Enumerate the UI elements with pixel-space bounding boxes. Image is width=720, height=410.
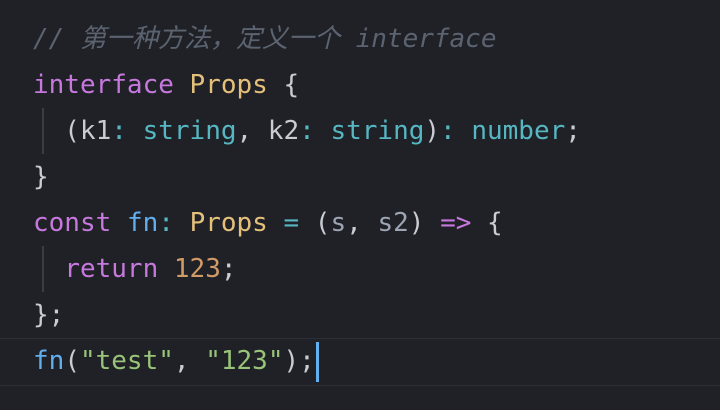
code-token: "123": [205, 346, 284, 376]
code-token: ,: [173, 346, 206, 376]
code-token: }: [33, 162, 49, 192]
code-line-1[interactable]: // 第一种方法，定义一个 interface: [33, 16, 497, 62]
code-token: const: [33, 208, 112, 238]
code-token: s2: [377, 208, 409, 238]
code-token: ): [424, 116, 441, 146]
code-token: ): [408, 208, 441, 238]
code-token: return: [64, 254, 159, 284]
code-token: ,: [236, 116, 268, 146]
code-token: ;: [220, 254, 237, 284]
code-token: ;: [565, 116, 581, 146]
code-token: k2: [267, 116, 300, 146]
code-editor[interactable]: // 第一种方法，定义一个 interface interface Props {…: [0, 0, 720, 410]
code-line-8[interactable]: fn("test", "123");: [33, 338, 319, 384]
code-token: :: [440, 116, 456, 146]
code-line-7[interactable]: };: [33, 292, 64, 338]
code-token: (: [64, 346, 80, 376]
code-token: fn: [33, 346, 65, 376]
code-token: number: [471, 116, 566, 146]
code-line-4[interactable]: }: [33, 154, 49, 200]
code-token: :: [111, 116, 127, 146]
code-token: interface: [33, 70, 174, 100]
code-token: =: [283, 208, 300, 238]
code-token: :: [158, 208, 174, 238]
code-token: // 第一种方法，定义一个 interface: [33, 24, 497, 54]
code-token: =>: [440, 208, 472, 238]
code-token: (: [299, 208, 331, 238]
code-token: k1: [79, 116, 112, 146]
text-cursor: [315, 341, 319, 382]
code-token: Props: [189, 70, 268, 100]
code-token: {: [471, 208, 503, 238]
code-token: (: [33, 116, 80, 146]
code-token: {: [267, 70, 300, 100]
code-token: 123: [173, 254, 221, 284]
code-token: };: [33, 300, 65, 330]
code-token: "test": [79, 346, 174, 376]
code-token: :: [299, 116, 315, 146]
code-line-3[interactable]: (k1: string, k2: string): number;: [33, 108, 581, 154]
code-token: ,: [346, 208, 378, 238]
code-line-6[interactable]: return 123;: [33, 246, 237, 292]
code-line-2[interactable]: interface Props {: [33, 62, 299, 108]
code-token: );: [283, 346, 315, 376]
code-token: Props: [189, 208, 268, 238]
code-token: s: [330, 208, 347, 238]
code-token: string: [330, 116, 425, 146]
code-line-5[interactable]: const fn: Props = (s, s2) => {: [33, 200, 503, 246]
code-token: string: [142, 116, 237, 146]
code-token: fn: [126, 208, 159, 238]
